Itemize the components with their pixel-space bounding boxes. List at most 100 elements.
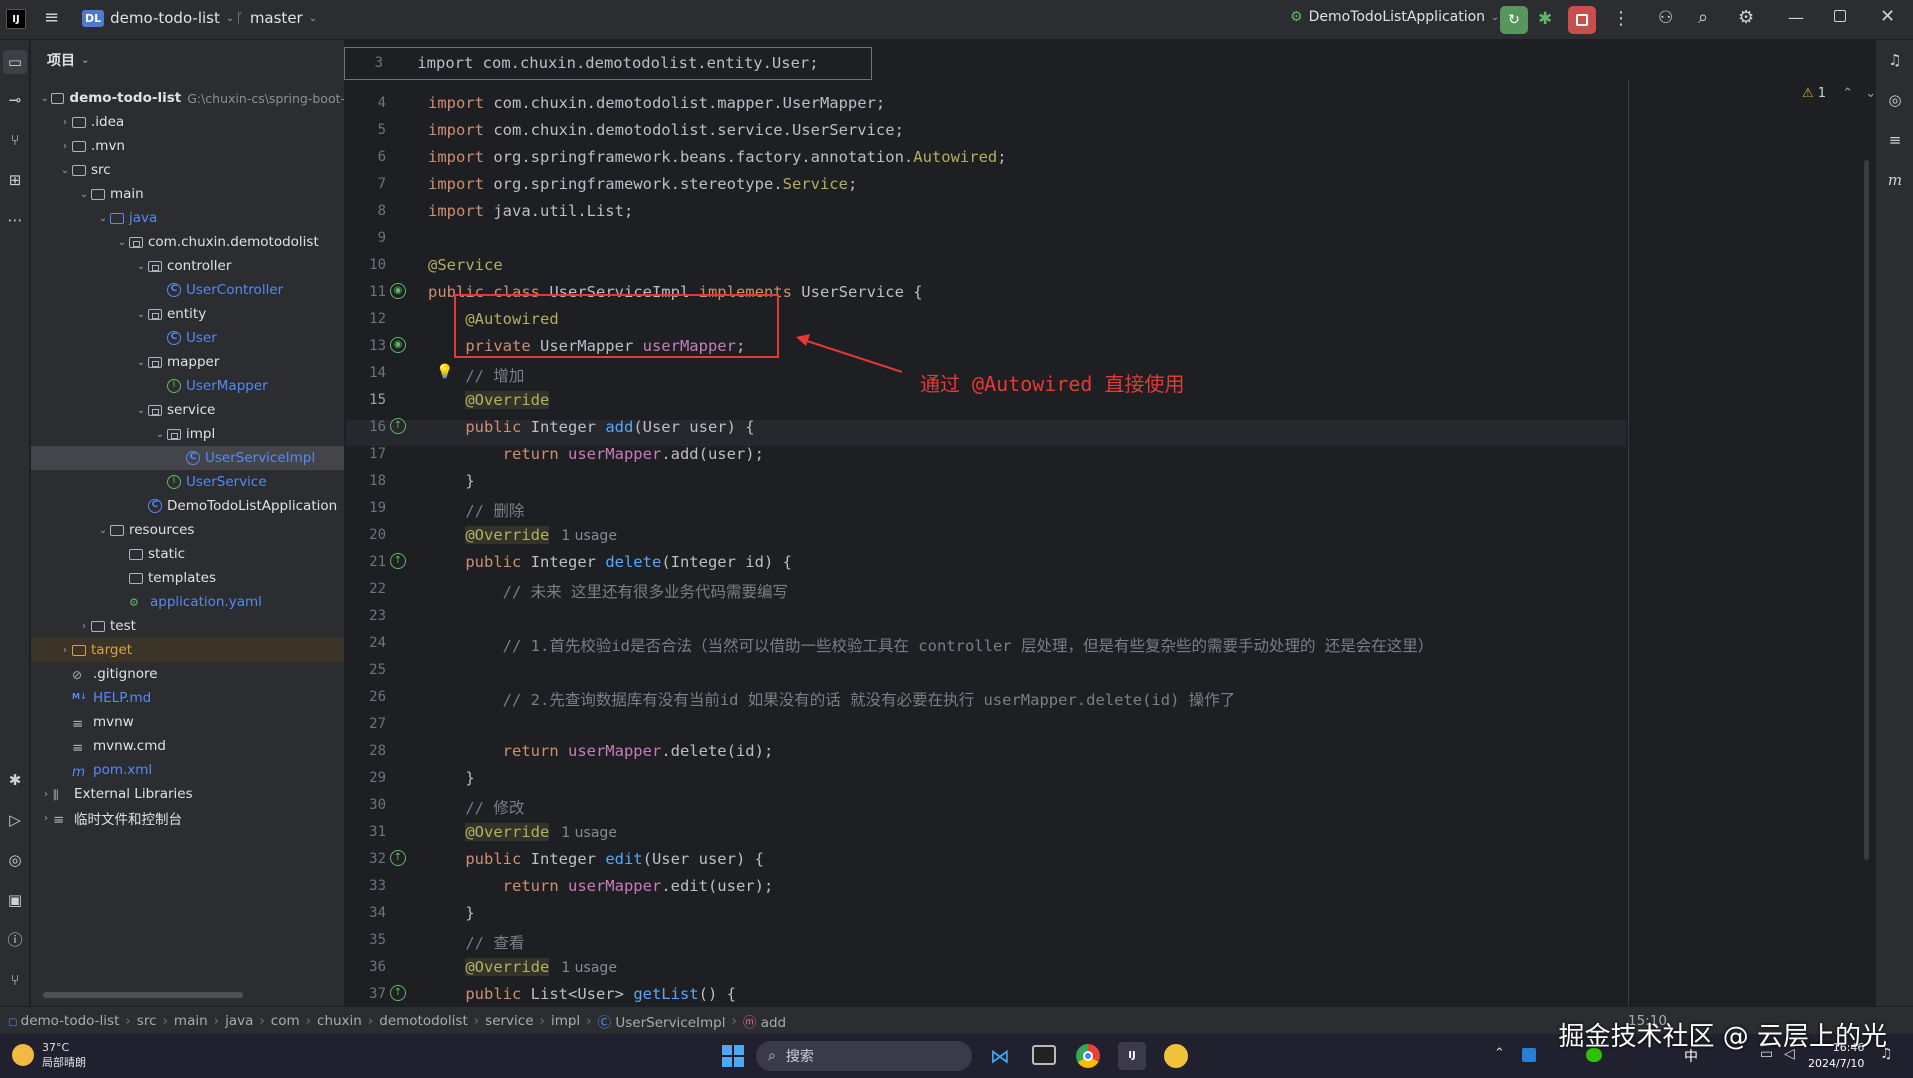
tree-item[interactable]: ⌄ impl (31, 422, 344, 446)
spring-bean-gutter-icon[interactable]: ◉ (390, 337, 406, 353)
database-icon[interactable]: ≡ (1885, 130, 1905, 150)
minimize-window-icon[interactable]: — (1788, 8, 1804, 27)
tree-item[interactable]: C User (31, 326, 344, 350)
tree-item[interactable]: m pom.xml (31, 758, 344, 782)
tree-item[interactable]: ⚙ application.yaml (31, 590, 344, 614)
weather-widget[interactable]: 37°C 局部晴朗 (12, 1040, 86, 1070)
main-menu-icon[interactable]: ≡ (44, 9, 62, 27)
vertical-scrollbar[interactable] (1864, 160, 1869, 860)
chevron-down-icon[interactable]: ⌄ (134, 309, 148, 320)
tree-item[interactable]: I UserService (31, 470, 344, 494)
breadcrumb-item[interactable]: demotodolist (379, 1013, 468, 1029)
code-editor[interactable]: 4 import com.chuxin.demotodolist.mapper.U… (346, 40, 1875, 1006)
tree-item[interactable]: ⌄ java (31, 206, 344, 230)
tree-item[interactable]: C UserServiceImpl (31, 446, 344, 470)
implements-gutter-icon[interactable]: ↑ (390, 553, 406, 569)
tree-item[interactable]: C UserController (31, 278, 344, 302)
chevron-down-icon[interactable]: ⌄ (58, 165, 72, 176)
commit-icon[interactable]: ⊸ (5, 90, 25, 110)
chevron-down-icon[interactable]: ⌄ (96, 525, 110, 536)
tree-item[interactable]: static (31, 542, 344, 566)
terminal-icon[interactable]: ▣ (5, 890, 25, 910)
pet-app-icon[interactable] (1164, 1044, 1188, 1068)
tree-item[interactable]: ⌄ com.chuxin.demotodolist (31, 230, 344, 254)
tree-item[interactable]: › .mvn (31, 134, 344, 158)
code-token[interactable]: 1 usage (561, 960, 617, 976)
start-windows-icon[interactable] (722, 1045, 744, 1067)
chevron-right-icon[interactable]: › (58, 117, 72, 128)
code-token[interactable]: 1 usage (561, 528, 617, 544)
chevron-right-icon[interactable]: › (39, 813, 53, 824)
implements-gutter-icon[interactable]: ↑ (390, 985, 406, 1001)
maven-icon[interactable]: m (1885, 170, 1905, 190)
chevron-down-icon[interactable]: ⌄ (134, 357, 148, 368)
horizontal-scrollbar[interactable] (43, 992, 243, 998)
chevron-right-icon[interactable]: › (58, 141, 72, 152)
tree-item[interactable]: ⌄ main (31, 182, 344, 206)
chevron-down-icon[interactable]: ⌄ (96, 213, 110, 224)
vscode-icon[interactable]: ⋈ (990, 1044, 1014, 1068)
tree-item[interactable]: ⌄ controller (31, 254, 344, 278)
restore-window-icon[interactable] (1834, 10, 1846, 22)
notifications-bell-icon[interactable]: ♫ (1885, 50, 1905, 70)
git-icon[interactable]: ⑂ (5, 970, 25, 990)
breadcrumb-item[interactable]: Ⓒ UserServiceImpl (598, 1011, 726, 1031)
tree-item[interactable]: ⌄ demo-todo-list G:\chuxin-cs\spring-boot- (31, 86, 344, 110)
breadcrumb-item[interactable]: ⓜ add (743, 1011, 786, 1031)
more-actions-icon[interactable]: ⋮ (1612, 8, 1630, 29)
pull-requests-icon[interactable]: ⑂ (5, 130, 25, 150)
project-switcher[interactable]: DL demo-todo-list ⌄ (82, 9, 234, 27)
breadcrumb-item[interactable]: chuxin (317, 1013, 362, 1029)
chevron-down-icon[interactable]: ⌄ (134, 261, 148, 272)
stop-button[interactable] (1568, 6, 1596, 34)
branch-switcher[interactable]: ᚴ master ⌄ (236, 9, 317, 27)
tree-item[interactable]: ⌄ mapper (31, 350, 344, 374)
breadcrumb-item[interactable]: src (137, 1013, 157, 1029)
tree-item[interactable]: ⌄ src (31, 158, 344, 182)
run-tool-icon[interactable]: ▷ (5, 810, 25, 830)
inspection-widget[interactable]: ⚠ 1 ⌃ ⌄ (1802, 86, 1875, 101)
run-config-selector[interactable]: ⚙ DemoTodoListApplication ⌄ (1290, 9, 1499, 25)
chevron-down-icon[interactable]: ⌄ (153, 429, 167, 440)
project-panel-header[interactable]: 项目 ⌄ (31, 40, 344, 80)
code-token[interactable]: 1 usage (561, 825, 617, 841)
taskbar-search[interactable]: ⌕ 搜索 (756, 1041, 972, 1071)
intellij-icon[interactable]: IJ (1118, 1042, 1146, 1070)
implements-gutter-icon[interactable]: ↑ (390, 850, 406, 866)
breadcrumb-item[interactable]: impl (551, 1013, 580, 1029)
tree-item[interactable]: C DemoTodoListApplication (31, 494, 344, 518)
more-tools-icon[interactable]: ⋯ (5, 210, 25, 230)
chevron-down-icon[interactable]: ⌄ (38, 93, 51, 104)
breadcrumb-item[interactable]: main (174, 1013, 208, 1029)
tree-item[interactable]: › target (31, 638, 344, 662)
chevron-right-icon[interactable]: › (58, 645, 72, 656)
close-window-icon[interactable]: ✕ (1880, 6, 1895, 27)
tree-item[interactable]: › ⫼ External Libraries (31, 782, 344, 806)
tree-item[interactable]: › .idea (31, 110, 344, 134)
ai-assistant-icon[interactable]: ◎ (1885, 90, 1905, 110)
code-with-me-icon[interactable]: ⚇ (1658, 8, 1673, 28)
project-folder-icon[interactable]: ▭ (3, 50, 27, 74)
breadcrumb-item[interactable]: ▢ demo-todo-list (8, 1013, 119, 1029)
tree-item[interactable]: M↓ HELP.md (31, 686, 344, 710)
terminal-app-icon[interactable] (1032, 1045, 1056, 1065)
implements-gutter-icon[interactable]: ↑ (390, 418, 406, 434)
rerun-button[interactable]: ↻ (1500, 6, 1528, 34)
chrome-icon[interactable] (1076, 1044, 1100, 1068)
chevron-down-icon[interactable]: ⌄ (134, 405, 148, 416)
search-everywhere-icon[interactable]: ⌕ (1698, 7, 1708, 28)
chevron-down-icon[interactable]: ⌄ (77, 189, 91, 200)
chevron-right-icon[interactable]: › (77, 621, 91, 632)
breadcrumb-item[interactable]: java (225, 1013, 253, 1029)
tree-item[interactable]: ⌄ entity (31, 302, 344, 326)
structure-icon[interactable]: ⊞ (5, 170, 25, 190)
tree-item[interactable]: templates (31, 566, 344, 590)
problems-icon[interactable]: ⓘ (5, 930, 25, 950)
debug-button[interactable]: ✱ (1538, 9, 1552, 29)
tree-item[interactable]: ⌄ service (31, 398, 344, 422)
tree-item[interactable]: I UserMapper (31, 374, 344, 398)
tree-item[interactable]: ⊘ .gitignore (31, 662, 344, 686)
tray-overflow-icon[interactable]: ⌃ (1494, 1046, 1505, 1061)
tree-item[interactable]: ≡ mvnw.cmd (31, 734, 344, 758)
tree-item[interactable]: ⌄ resources (31, 518, 344, 542)
